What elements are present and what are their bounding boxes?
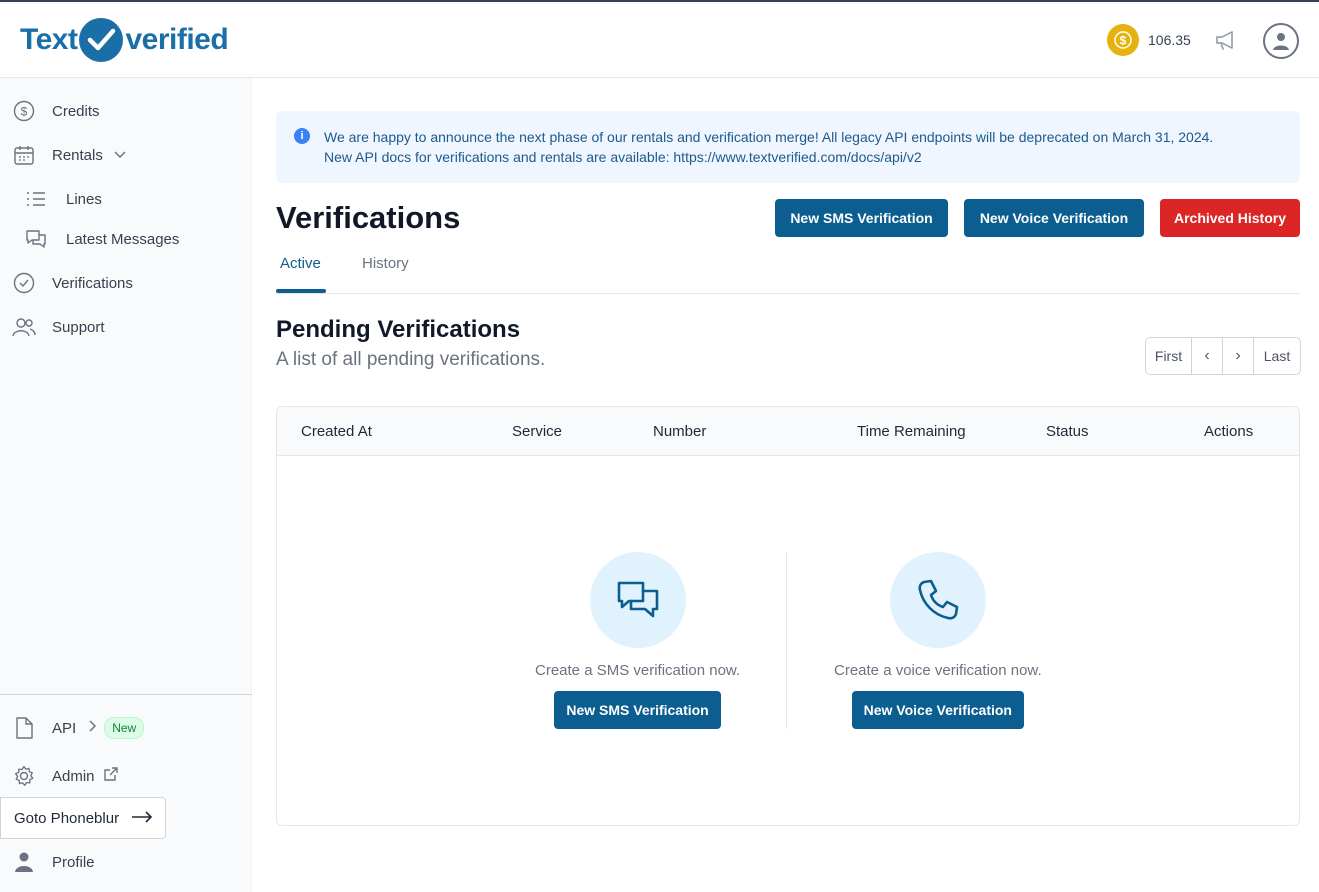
- page-title: Verifications: [276, 200, 461, 235]
- tab-active[interactable]: Active: [280, 255, 321, 272]
- empty-state-sms: Create a SMS verification now. New SMS V…: [535, 552, 740, 729]
- check-circle-icon: [12, 271, 36, 295]
- arrow-right-icon: [131, 810, 153, 827]
- empty-new-sms-button[interactable]: New SMS Verification: [554, 691, 721, 729]
- sidebar-item-lines[interactable]: Lines: [24, 187, 102, 211]
- sidebar-item-label: Credits: [52, 102, 100, 120]
- person-icon: [12, 850, 36, 874]
- column-header[interactable]: Number: [653, 423, 706, 440]
- user-icon: [1273, 33, 1289, 50]
- logo-text-left: Text: [20, 23, 78, 56]
- user-menu-button[interactable]: [1263, 23, 1299, 59]
- sidebar-item-label: Latest Messages: [66, 230, 180, 248]
- calendar-icon: [12, 143, 36, 167]
- column-header[interactable]: Service: [512, 423, 562, 440]
- announcement-line-2[interactable]: New API docs for verifications and renta…: [324, 147, 1213, 167]
- gear-icon: [12, 764, 36, 788]
- users-icon: [12, 315, 36, 339]
- external-link-icon: [103, 766, 119, 786]
- main-content: i We are happy to announce the next phas…: [252, 78, 1319, 892]
- empty-new-voice-button[interactable]: New Voice Verification: [851, 691, 1024, 729]
- announcement-text: We are happy to announce the next phase …: [324, 127, 1213, 167]
- table-header: Created At Service Number Time Remaining…: [277, 407, 1299, 456]
- new-voice-verification-button[interactable]: New Voice Verification: [964, 199, 1144, 237]
- sidebar-divider: [0, 694, 252, 695]
- logo-text-right: verified: [125, 23, 229, 56]
- sidebar-item-api[interactable]: API New: [12, 716, 145, 740]
- pager-first-button[interactable]: First: [1146, 338, 1192, 374]
- column-header[interactable]: Time Remaining: [857, 423, 966, 440]
- phone-icon: [889, 552, 986, 648]
- credits-balance[interactable]: $ 106.35: [1107, 24, 1191, 56]
- svg-text:$: $: [1120, 34, 1127, 48]
- megaphone-icon[interactable]: [1214, 29, 1238, 56]
- sidebar-item-admin[interactable]: Admin: [12, 764, 119, 788]
- new-sms-verification-button[interactable]: New SMS Verification: [775, 199, 948, 237]
- column-header[interactable]: Status: [1046, 423, 1089, 440]
- chat-bubbles-icon: [24, 227, 48, 251]
- section-title: Pending Verifications: [276, 316, 521, 343]
- pager-next-button[interactable]: ›: [1223, 338, 1254, 374]
- sidebar-item-rentals[interactable]: Rentals: [12, 143, 127, 167]
- active-tab-indicator: [276, 289, 326, 293]
- pager-prev-button[interactable]: ‹: [1192, 338, 1223, 374]
- list-icon: [24, 187, 48, 211]
- chevron-right-icon: [88, 719, 98, 737]
- sidebar-item-label: Verifications: [52, 274, 133, 292]
- tab-history[interactable]: History: [362, 255, 409, 272]
- info-icon: i: [294, 128, 310, 144]
- sidebar-item-label: Rentals: [52, 146, 103, 164]
- chat-bubbles-icon: [589, 552, 686, 648]
- document-icon: [12, 716, 36, 740]
- top-bar: Text verified $ 106.35: [0, 0, 1319, 78]
- empty-sms-text: Create a SMS verification now.: [535, 662, 741, 679]
- column-header[interactable]: Actions: [1204, 423, 1253, 440]
- section-subtitle: A list of all pending verifications.: [276, 349, 546, 370]
- verifications-table: Created At Service Number Time Remaining…: [276, 406, 1300, 826]
- sidebar-item-support[interactable]: Support: [12, 315, 105, 339]
- coin-icon: $: [1107, 24, 1139, 56]
- textverified-logo[interactable]: Text verified: [20, 18, 229, 62]
- empty-state-divider: [786, 552, 787, 729]
- logo-check-icon: [79, 18, 124, 62]
- pagination: First ‹ › Last: [1145, 337, 1301, 375]
- column-header[interactable]: Created At: [301, 423, 372, 440]
- pager-last-button[interactable]: Last: [1254, 338, 1300, 374]
- goto-phoneblur-button[interactable]: Goto Phoneblur: [0, 797, 166, 839]
- sidebar-item-label: API: [52, 719, 77, 737]
- archived-history-button[interactable]: Archived History: [1160, 199, 1300, 237]
- goto-phoneblur-label: Goto Phoneblur: [14, 809, 120, 827]
- announcement-line-1: We are happy to announce the next phase …: [324, 129, 1214, 145]
- sidebar-item-latest-messages[interactable]: Latest Messages: [24, 227, 179, 251]
- sidebar: $ Credits Rentals Lines Latest Messages …: [0, 78, 252, 892]
- sidebar-item-label: Admin: [52, 767, 95, 785]
- sidebar-item-label: Support: [52, 318, 105, 336]
- new-badge: New: [104, 717, 145, 739]
- sidebar-item-label: Lines: [66, 190, 102, 208]
- sidebar-item-profile[interactable]: Profile: [12, 850, 95, 874]
- sidebar-item-verifications[interactable]: Verifications: [12, 271, 133, 295]
- dollar-circle-icon: $: [12, 99, 36, 123]
- announcement-banner: i We are happy to announce the next phas…: [276, 111, 1300, 183]
- sidebar-item-label: Profile: [52, 853, 95, 871]
- chevron-down-icon: [113, 147, 127, 164]
- empty-state-voice: Create a voice verification now. New Voi…: [834, 552, 1042, 729]
- tabs: Active History: [276, 244, 1300, 294]
- credits-amount: 106.35: [1148, 32, 1191, 48]
- sidebar-item-credits[interactable]: $ Credits: [12, 99, 100, 123]
- empty-voice-text: Create a voice verification now.: [834, 662, 1042, 679]
- svg-text:$: $: [21, 105, 28, 119]
